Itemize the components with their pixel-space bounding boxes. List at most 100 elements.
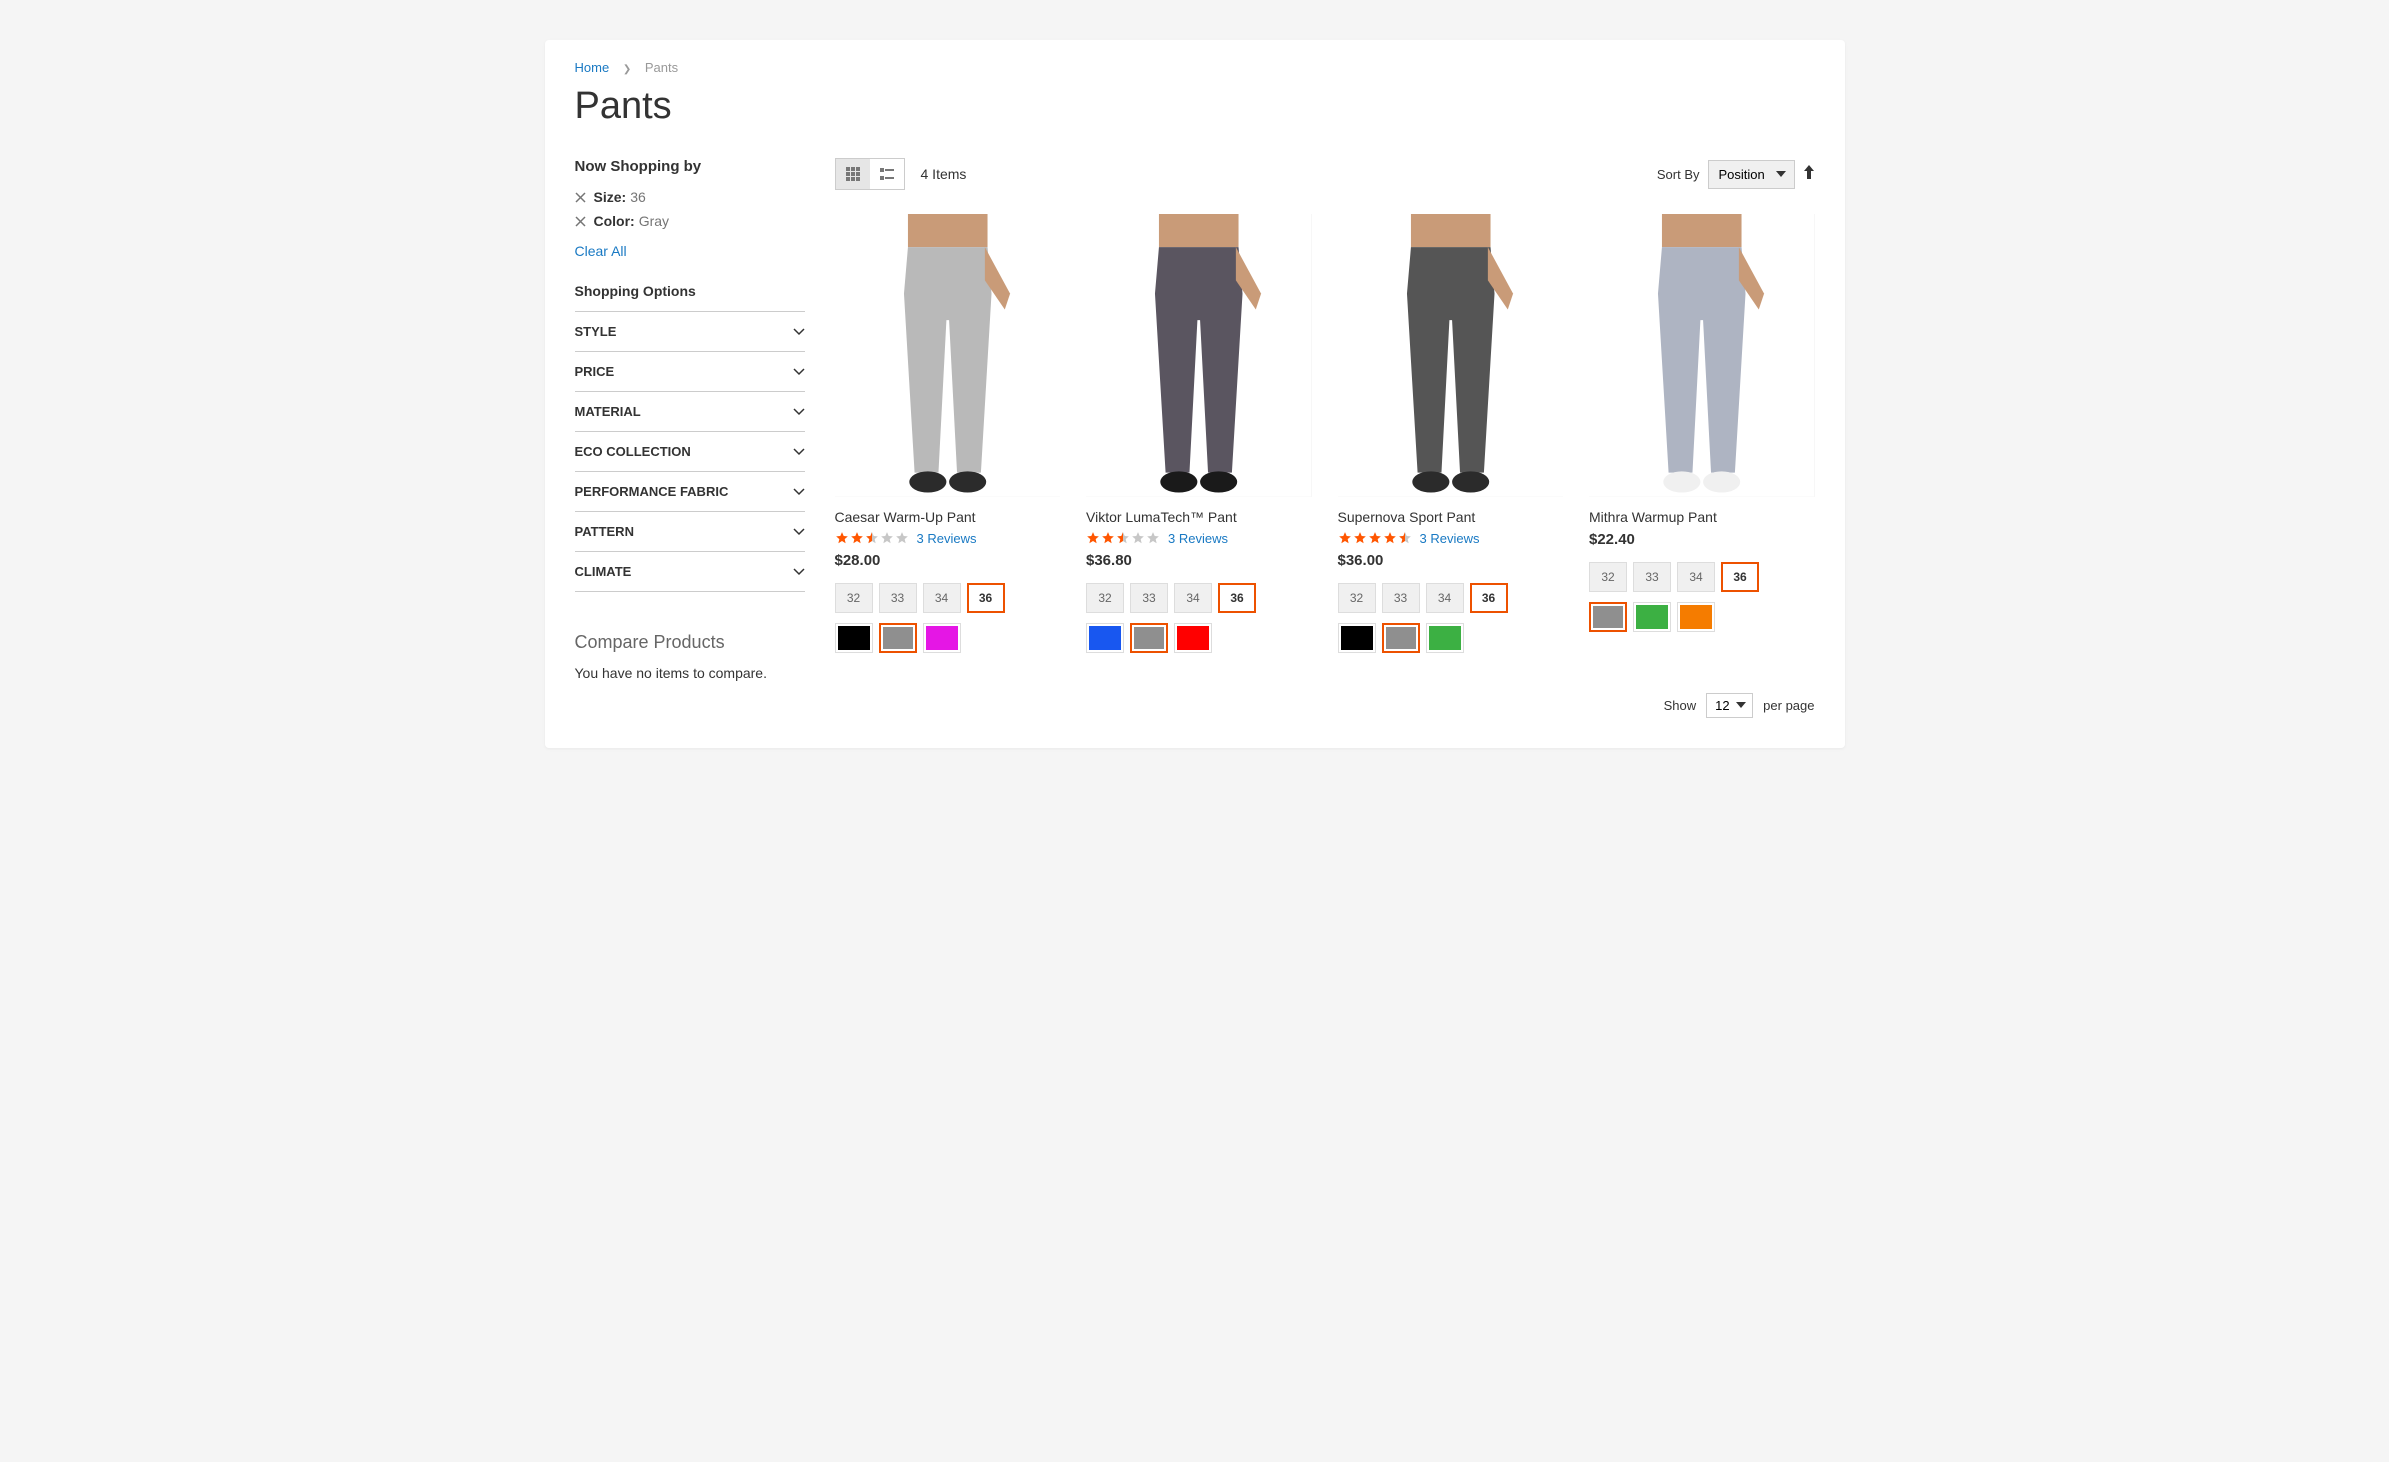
size-swatch[interactable]: 36 <box>1470 583 1508 613</box>
size-swatch[interactable]: 33 <box>1382 583 1420 613</box>
chevron-down-icon <box>793 404 805 419</box>
close-icon[interactable] <box>575 192 586 203</box>
grid-view-button[interactable] <box>836 159 870 189</box>
color-swatch[interactable] <box>1338 623 1376 653</box>
color-swatch[interactable] <box>835 623 873 653</box>
close-icon[interactable] <box>575 216 586 227</box>
product-image <box>1338 214 1563 497</box>
size-swatch[interactable]: 36 <box>1218 583 1256 613</box>
reviews-link[interactable]: 3 Reviews <box>1420 531 1480 546</box>
product-name[interactable]: Viktor LumaTech™ Pant <box>1086 509 1312 525</box>
color-swatch[interactable] <box>1633 602 1671 632</box>
filter-option[interactable]: ECO COLLECTION <box>575 432 805 472</box>
color-swatches <box>1589 602 1815 632</box>
rating: 3 Reviews <box>1086 531 1312 546</box>
size-swatch[interactable]: 32 <box>835 583 873 613</box>
arrow-up-icon <box>1803 165 1815 179</box>
color-swatch[interactable] <box>1174 623 1212 653</box>
filter-option[interactable]: PRICE <box>575 352 805 392</box>
show-label: Show <box>1664 698 1697 713</box>
chevron-down-icon <box>793 444 805 459</box>
filter-option-label: PERFORMANCE FABRIC <box>575 484 729 499</box>
size-swatch[interactable]: 34 <box>1677 562 1715 592</box>
color-swatch[interactable] <box>879 623 917 653</box>
color-swatch[interactable] <box>1130 623 1168 653</box>
product-image <box>1086 214 1311 497</box>
product-image <box>1589 214 1814 497</box>
reviews-link[interactable]: 3 Reviews <box>917 531 977 546</box>
color-swatch[interactable] <box>1382 623 1420 653</box>
list-icon <box>879 166 895 182</box>
product-image-container[interactable] <box>835 214 1061 497</box>
view-mode-switcher <box>835 158 905 190</box>
product-name[interactable]: Supernova Sport Pant <box>1338 509 1564 525</box>
product-name[interactable]: Caesar Warm-Up Pant <box>835 509 1061 525</box>
filter-option[interactable]: PERFORMANCE FABRIC <box>575 472 805 512</box>
chevron-down-icon <box>793 364 805 379</box>
bottom-toolbar: Show 12 per page <box>835 693 1815 718</box>
filter-option-label: ECO COLLECTION <box>575 444 691 459</box>
product-card: Supernova Sport Pant 3 Reviews $36.00 32… <box>1338 214 1564 663</box>
color-swatch[interactable] <box>1426 623 1464 653</box>
rating: 3 Reviews <box>835 531 1061 546</box>
sort-by-select[interactable]: Position <box>1708 160 1795 189</box>
filter-option-label: PATTERN <box>575 524 634 539</box>
filter-option-label: CLIMATE <box>575 564 632 579</box>
product-price: $28.00 <box>835 552 1061 569</box>
product-image-container[interactable] <box>1338 214 1564 497</box>
per-page-select[interactable]: 12 <box>1706 693 1753 718</box>
item-count: 4 Items <box>921 166 967 182</box>
filter-option[interactable]: STYLE <box>575 312 805 352</box>
breadcrumb: Home ❯ Pants <box>575 60 1815 75</box>
breadcrumb-home[interactable]: Home <box>575 60 610 75</box>
size-swatch[interactable]: 32 <box>1086 583 1124 613</box>
filter-item: Color: Gray <box>575 213 805 229</box>
chevron-down-icon <box>793 524 805 539</box>
filter-value: 36 <box>630 189 646 205</box>
stars-icon <box>1086 531 1160 545</box>
clear-all-link[interactable]: Clear All <box>575 243 627 259</box>
sort-direction-button[interactable] <box>1803 165 1815 184</box>
product-image-container[interactable] <box>1589 214 1815 497</box>
size-swatch[interactable]: 32 <box>1589 562 1627 592</box>
size-swatch[interactable]: 34 <box>923 583 961 613</box>
breadcrumb-current: Pants <box>645 60 678 75</box>
size-swatch[interactable]: 34 <box>1426 583 1464 613</box>
product-price: $36.00 <box>1338 552 1564 569</box>
shopping-options-heading: Shopping Options <box>575 283 805 299</box>
stars-icon <box>835 531 909 545</box>
product-image <box>835 214 1060 497</box>
page-title: Pants <box>575 85 1815 128</box>
size-swatch[interactable]: 32 <box>1338 583 1376 613</box>
sort-by-label: Sort By <box>1657 167 1700 182</box>
filter-option[interactable]: MATERIAL <box>575 392 805 432</box>
product-image-container[interactable] <box>1086 214 1312 497</box>
filter-option[interactable]: PATTERN <box>575 512 805 552</box>
filter-option-label: MATERIAL <box>575 404 641 419</box>
size-swatch[interactable]: 33 <box>879 583 917 613</box>
compare-products-empty: You have no items to compare. <box>575 665 805 681</box>
per-page-label: per page <box>1763 698 1814 713</box>
size-swatches: 32333436 <box>835 583 1061 613</box>
current-filters: Size: 36 Color: Gray <box>575 189 805 229</box>
size-swatch[interactable]: 36 <box>1721 562 1759 592</box>
product-name[interactable]: Mithra Warmup Pant <box>1589 509 1815 525</box>
size-swatches: 32333436 <box>1589 562 1815 592</box>
size-swatch[interactable]: 36 <box>967 583 1005 613</box>
reviews-link[interactable]: 3 Reviews <box>1168 531 1228 546</box>
list-view-button[interactable] <box>870 159 904 189</box>
color-swatch[interactable] <box>1677 602 1715 632</box>
product-card: Viktor LumaTech™ Pant 3 Reviews $36.80 3… <box>1086 214 1312 663</box>
color-swatches <box>1338 623 1564 653</box>
size-swatch[interactable]: 33 <box>1633 562 1671 592</box>
chevron-down-icon <box>793 324 805 339</box>
size-swatch[interactable]: 34 <box>1174 583 1212 613</box>
filter-label: Color: <box>594 213 635 229</box>
size-swatch[interactable]: 33 <box>1130 583 1168 613</box>
filter-item: Size: 36 <box>575 189 805 205</box>
color-swatch[interactable] <box>1086 623 1124 653</box>
rating: 3 Reviews <box>1338 531 1564 546</box>
color-swatch[interactable] <box>923 623 961 653</box>
filter-option[interactable]: CLIMATE <box>575 552 805 592</box>
color-swatch[interactable] <box>1589 602 1627 632</box>
